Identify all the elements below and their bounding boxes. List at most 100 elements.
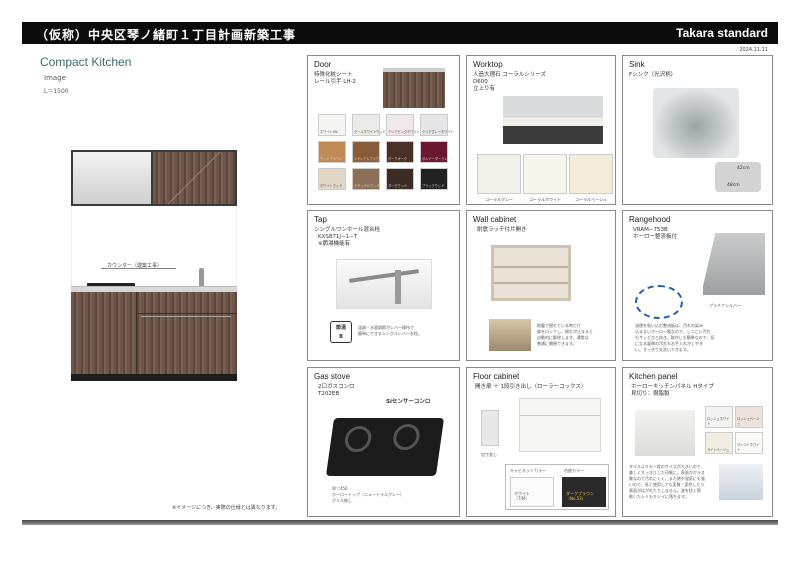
kitchen-panel-tile: ロッシュホワイト <box>705 406 733 428</box>
header-bar: （仮称）中央区琴ノ緒町１丁目計画新築工事 Takara standard <box>22 22 778 44</box>
wall-cabinet-door <box>153 152 235 204</box>
door-swatch-label: ダークオーク <box>388 157 408 161</box>
kitchen-panel-photo <box>635 410 695 456</box>
door-swatch-label: ナチュラルウッド <box>354 184 380 188</box>
door-spec-2: レール引手 LH-2 <box>314 79 356 85</box>
base-drawer <box>137 292 237 314</box>
rangehood-filter-photo <box>635 285 683 319</box>
wall-cabinet-heading: Wall cabinet <box>473 215 517 224</box>
drawer-handle <box>141 316 231 317</box>
worktop-color-label: コーラルベージュ <box>575 197 607 202</box>
worktop-spec-3: 立上り有 <box>473 86 496 92</box>
base-cabinet-illustration <box>71 292 237 381</box>
rangehood-photo <box>703 233 765 295</box>
worktop-color-label: コーラルグレー <box>485 197 513 202</box>
latch-photo <box>489 319 531 351</box>
base-color-code: （No.53） <box>566 496 586 501</box>
kitchen-panel-heading: Kitchen panel <box>629 372 678 381</box>
gas-stove-photo <box>325 418 445 476</box>
page-title: Compact Kitchen <box>40 55 132 69</box>
document-date: 2024.11.11 <box>739 47 768 53</box>
door-spec-1: 特殊化粧シート <box>314 72 353 78</box>
kitchen-panel-tile-label: ロッシュホワイト <box>707 417 730 426</box>
cabinet-color-header: キャビネットカラー <box>510 468 546 473</box>
base-color-header: 台座カラー <box>564 468 584 473</box>
gas-stove-spec-5: グリル無し <box>332 498 352 503</box>
cabinet-color-table: キャビネットカラー 台座カラー ホワイト （T/M） ダークブラウン （No.5… <box>505 464 609 510</box>
kitchen-panel-spec-1: ホーローキッチンパネル Hタイプ <box>631 384 714 390</box>
tap-spec-3: ※節湯機能有 <box>318 241 351 247</box>
footer-bar <box>22 520 778 525</box>
kitchen-panel-desc-2: 美しくすっきりした印象に。表面がガラス <box>629 470 705 475</box>
wall-cabinet-desc-1: 地震で揺れている時だけ <box>537 323 581 328</box>
rangehood-desc-5: い。すっきり丸洗いできます。 <box>635 347 691 352</box>
wall-cabinet-desc-3: 自動的に解除します。通常は <box>537 335 589 340</box>
worktop-panel: Worktop 人造大理石 コーラルシリーズ D600 立上り有 コーラルグレー… <box>466 55 616 205</box>
door-handle-photo <box>383 68 445 108</box>
tap-panel: Tap シングルワンホール混合栓 KXS871J−1−T ※節湯機能有 節湯 B… <box>307 210 460 361</box>
project-title: （仮称）中央区琴ノ緒町１丁目計画新築工事 <box>36 28 297 42</box>
sink-width: 48cm <box>727 183 740 188</box>
kitchen-panel-desc-1: タイルよりも一枚のサイズが大きいので、 <box>629 464 705 469</box>
knife-holder-label: 包丁差し <box>481 452 497 457</box>
tap-illustration <box>199 268 204 288</box>
wall-cabinet-photo <box>491 245 571 301</box>
counter-callout: カウンター（建築工事） <box>107 263 163 269</box>
base-door-left <box>71 292 137 381</box>
gas-stove-heading: Gas stove <box>314 372 351 381</box>
tap-spec-1: シングルワンホール混合栓 <box>314 227 381 233</box>
rangehood-illustration <box>73 152 151 204</box>
rangehood-color-label: プラチナシルバー <box>709 303 741 308</box>
sensor-logo: Siセンサーコンロ <box>386 399 431 405</box>
tap-spec-2: KXS871J−1−T <box>318 234 358 240</box>
rangehood-panel: Rangehood VRAM−753B ホーロー整流板付 プラチナシルバー 油煙… <box>622 210 773 361</box>
kitchen-panel-tile: ロッシュベージュ <box>735 406 763 428</box>
door-swatch: ナチュラルウッド <box>352 168 380 190</box>
kitchen-panel-tile-label: ライトベージュ <box>707 448 730 452</box>
tap-desc-2: 簡単にできるシングルレバー水栓。 <box>358 331 422 336</box>
door-swatch: ブラックウッド <box>420 168 448 190</box>
backsplash <box>71 206 237 286</box>
door-swatch-label: クリアグレーホワイト <box>422 130 454 134</box>
rangehood-desc-2: 込まないホーロー製なので、しつこい汚れ <box>635 329 711 334</box>
wall-cabinet-desc-2: 扉をロックし、揺れが止まると <box>537 329 593 334</box>
door-swatch-label: ボルドーダークレッド <box>422 157 454 161</box>
wall-cabinet-desc-4: 普通に開閉できます。 <box>537 341 577 346</box>
door-swatch: クールホワイトウッド <box>352 114 386 136</box>
kitchen-panel-tile: ライトベージュ <box>705 432 733 454</box>
worktop-heading: Worktop <box>473 60 503 69</box>
sink-heading: Sink <box>629 60 645 69</box>
worktop-photo <box>503 96 603 144</box>
door-swatch-label: ブラックウッド <box>422 184 445 188</box>
rangehood-spec-1: VRAM−753B <box>633 227 668 233</box>
door-swatch: ホワイトウッド <box>318 168 346 190</box>
floor-cabinet-heading: Floor cabinet <box>473 372 520 381</box>
kitchen-panel-spec-2: 見切り：樹脂製 <box>631 391 670 397</box>
worktop-color-swatch: コーラルグレー <box>477 154 521 202</box>
disclaimer-note: ※イメージにつき、実際の仕様とは異なります。 <box>172 505 281 511</box>
worktop-spec-2: D600 <box>473 79 488 85</box>
door-swatch-label: ミディアムブラウン <box>354 157 383 161</box>
knife-holder-photo <box>481 410 499 446</box>
rangehood-desc-4: になる裏側の汚れもお手入れがしやす <box>635 341 703 346</box>
door-swatch-label: クリアピンクホワイト <box>388 130 420 134</box>
cleaning-photo <box>719 464 763 500</box>
rangehood-spec-2: ホーロー整流板付 <box>633 234 678 240</box>
image-label: Image <box>44 74 66 82</box>
kitchen-panel-panel: Kitchen panel ホーローキッチンパネル Hタイプ 見切り：樹脂製 ロ… <box>622 367 773 517</box>
kitchen-panel-tile-label: マイルドホワイト <box>737 443 760 452</box>
door-swatch: ウッドブラウン <box>318 141 346 163</box>
kitchen-illustration: カウンター（建築工事） <box>71 150 237 381</box>
floor-cabinet-spec-1: 開き扉 ＋ 1段引き出し（ローラーコックス） <box>475 384 587 390</box>
gas-stove-spec-3: W＝450 <box>332 486 348 491</box>
kitchen-panel-tile-label: ロッシュベージュ <box>737 417 760 426</box>
door-panel: Door 特殊化粧シート レール引手 LH-2 ホワイトUN クールホワイトウッド… <box>307 55 460 205</box>
door-swatch: クリアグレーホワイト <box>420 114 454 136</box>
door-swatch-label: ホワイトUN <box>320 130 338 134</box>
kitchen-panel-tile: マイルドホワイト <box>735 432 763 454</box>
sink-panel: Sink Fシンク（光沢柄） 42cm 48cm <box>622 55 773 205</box>
tap-heading: Tap <box>314 215 327 224</box>
wall-cabinet-panel: Wall cabinet 耐震ラッチ付片開き 地震で揺れている時だけ 扉をロック… <box>466 210 616 361</box>
floor-cabinet-panel: Floor cabinet 開き扉 ＋ 1段引き出し（ローラーコックス） 包丁差… <box>466 367 616 517</box>
sink-photo <box>653 88 739 158</box>
